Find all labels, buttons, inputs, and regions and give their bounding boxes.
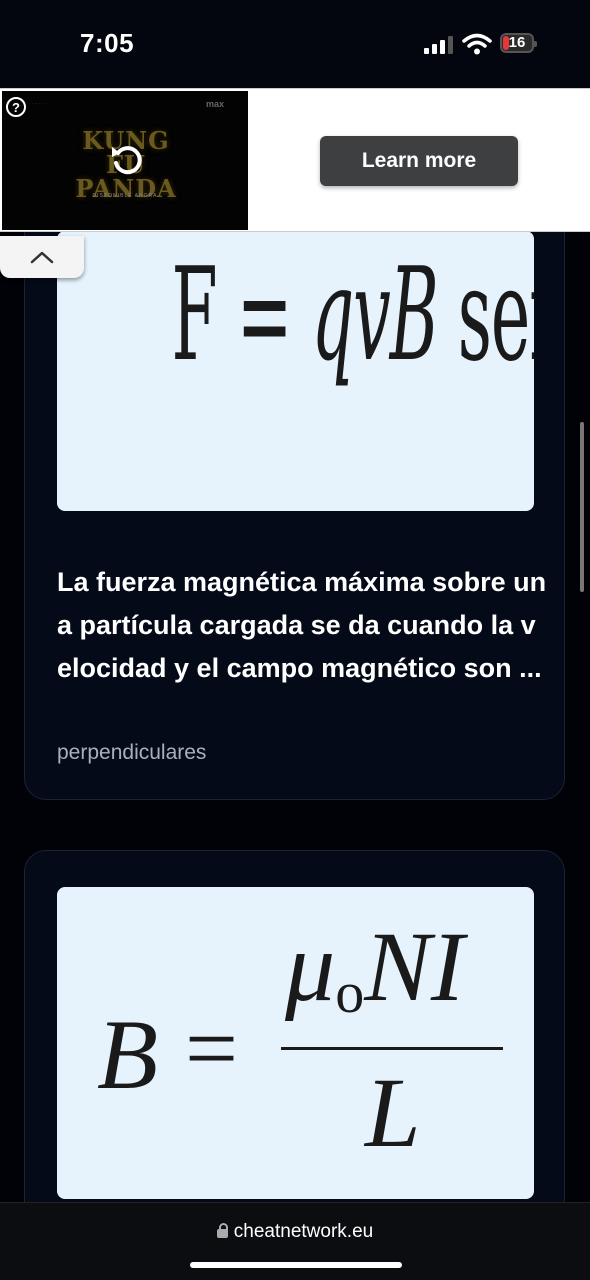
status-time: 7:05 (80, 28, 135, 58)
formula-rhs-vars: qvB (311, 241, 439, 390)
formula-denominator: L (365, 1057, 421, 1168)
formula-image: B = μoNI L (57, 887, 534, 1199)
ad-video[interactable]: ? · · · · · max KUNG FU PANDA DISPONIBLE… (2, 91, 248, 230)
url-text: cheatnetwork.eu (233, 1221, 374, 1242)
home-indicator[interactable] (190, 1262, 402, 1268)
ad-brand-logo: max (205, 99, 224, 109)
ad-banner[interactable]: ? · · · · · max KUNG FU PANDA DISPONIBLE… (0, 88, 590, 232)
formula-lhs: B (97, 999, 159, 1110)
card-answer: perpendiculares (57, 741, 207, 764)
battery-icon: 16 (500, 33, 537, 53)
scrollbar[interactable] (580, 422, 584, 592)
battery-level: 16 (508, 34, 526, 51)
formula-eq: = (185, 997, 239, 1101)
ad-subtitle: DISPONIBLE AHORA (92, 193, 158, 199)
formula-rhs-fn: sen (457, 241, 534, 390)
collapse-ad-button[interactable] (0, 236, 84, 278)
card-question: La fuerza magnética máxima sobre una par… (57, 567, 547, 683)
flashcard[interactable]: F = qvB sen θ La fuerza magnética máxima… (24, 190, 565, 800)
browser-url-bar[interactable]: cheatnetwork.eu (0, 1202, 590, 1280)
formula-eq: = (216, 241, 312, 390)
formula-lhs: F (171, 241, 217, 390)
fraction-line (281, 1047, 503, 1050)
lock-icon (216, 1223, 228, 1238)
cellular-signal-icon (424, 36, 454, 54)
lorentz-force-formula: F = qvB sen θ (171, 241, 534, 390)
chevron-up-icon (30, 251, 54, 264)
url-display[interactable]: cheatnetwork.eu (0, 1221, 590, 1243)
formula-numerator: μoNI (285, 911, 465, 1025)
replay-icon[interactable] (108, 141, 146, 179)
formula-image: F = qvB sen θ (57, 231, 534, 511)
help-icon[interactable]: ? (6, 97, 26, 117)
learn-more-button[interactable]: Learn more (320, 136, 518, 186)
wifi-icon (462, 33, 492, 55)
status-bar: 7:05 16 (0, 0, 590, 88)
